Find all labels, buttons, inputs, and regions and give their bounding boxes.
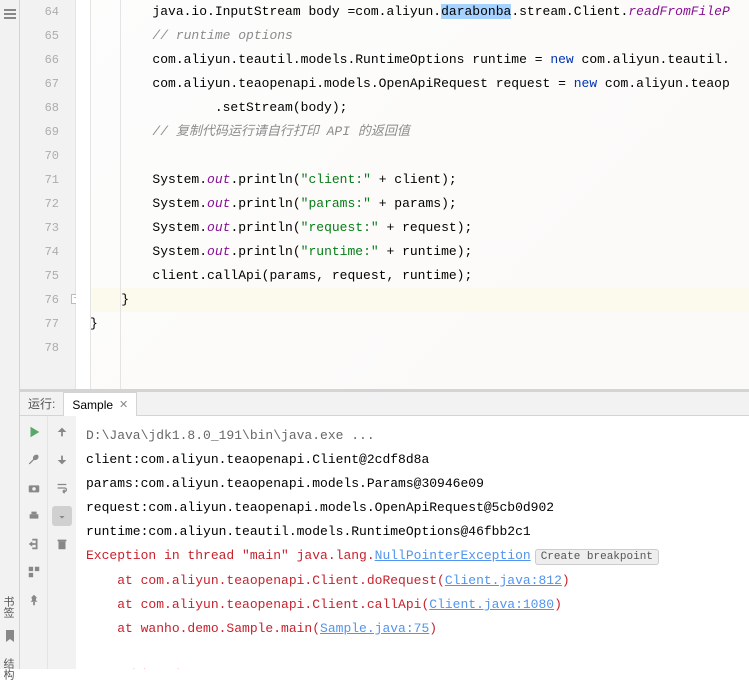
console-line: at com.aliyun.teaopenapi.Client.callApi(… bbox=[86, 593, 739, 617]
exception-link[interactable]: NullPointerException bbox=[375, 548, 531, 563]
code-line[interactable] bbox=[76, 144, 749, 168]
console-line: at wanho.demo.Sample.main(Sample.java:75… bbox=[86, 617, 739, 641]
print-icon[interactable] bbox=[24, 506, 44, 526]
code-line[interactable]: System.out.println("runtime:" + runtime)… bbox=[76, 240, 749, 264]
bookmark-tab[interactable]: 书签 bbox=[0, 596, 16, 618]
console-line bbox=[86, 641, 739, 665]
console-line: Exception in thread "main" java.lang.Nul… bbox=[86, 544, 739, 569]
down-arrow-icon[interactable] bbox=[52, 450, 72, 470]
structure-tab[interactable]: 结构 bbox=[0, 658, 16, 680]
line-number: 64 bbox=[20, 0, 75, 24]
code-line[interactable] bbox=[76, 336, 749, 360]
line-number: 70 bbox=[20, 144, 75, 168]
line-number: 65 bbox=[20, 24, 75, 48]
line-number: 77 bbox=[20, 312, 75, 336]
run-tab-title: Sample bbox=[72, 398, 113, 412]
console-line: D:\Java\jdk1.8.0_191\bin\java.exe ... bbox=[86, 424, 739, 448]
soft-wrap-icon[interactable] bbox=[52, 478, 72, 498]
exit-icon[interactable] bbox=[24, 534, 44, 554]
line-number: 66 bbox=[20, 48, 75, 72]
console-line: params:com.aliyun.teaopenapi.models.Para… bbox=[86, 472, 739, 496]
scroll-to-end-icon[interactable] bbox=[52, 506, 72, 526]
console-line: 进程已结束,退出代码1 bbox=[86, 665, 739, 669]
project-icon[interactable] bbox=[2, 6, 18, 22]
code-editor[interactable]: java.io.InputStream body =com.aliyun.dar… bbox=[76, 0, 749, 389]
editor-gutter: 64 65 66 67 68 69 70 71 72 73 74 75 76 7… bbox=[20, 0, 76, 389]
run-tool-column-right bbox=[48, 416, 76, 669]
stacktrace-link[interactable]: Client.java:812 bbox=[445, 573, 562, 588]
code-line[interactable]: .setStream(body); bbox=[76, 96, 749, 120]
pin-icon[interactable] bbox=[24, 590, 44, 610]
run-toolbar: 运行: Sample ✕ bbox=[20, 392, 749, 416]
line-number: 67 bbox=[20, 72, 75, 96]
trash-icon[interactable] bbox=[52, 534, 72, 554]
code-line[interactable]: System.out.println("client:" + client); bbox=[76, 168, 749, 192]
code-line[interactable]: java.io.InputStream body =com.aliyun.dar… bbox=[76, 0, 749, 24]
line-number: 74 bbox=[20, 240, 75, 264]
line-number: 68 bbox=[20, 96, 75, 120]
line-number: 73 bbox=[20, 216, 75, 240]
code-line[interactable]: com.aliyun.teaopenapi.models.OpenApiRequ… bbox=[76, 72, 749, 96]
camera-icon[interactable] bbox=[24, 478, 44, 498]
code-line[interactable]: System.out.println("params:" + params); bbox=[76, 192, 749, 216]
run-label: 运行: bbox=[20, 395, 63, 412]
line-number: 75 bbox=[20, 264, 75, 288]
stacktrace-link[interactable]: Client.java:1080 bbox=[429, 597, 554, 612]
code-line[interactable]: com.aliyun.teautil.models.RuntimeOptions… bbox=[76, 48, 749, 72]
left-tool-rail: 书签 结构 bbox=[0, 0, 20, 669]
run-tool-column-left bbox=[20, 416, 48, 669]
line-number: 78 bbox=[20, 336, 75, 360]
code-line[interactable]: // runtime options bbox=[76, 24, 749, 48]
rerun-button[interactable] bbox=[24, 422, 44, 442]
run-tab[interactable]: Sample ✕ bbox=[63, 392, 137, 416]
stacktrace-link[interactable]: Sample.java:75 bbox=[320, 621, 429, 636]
close-icon[interactable]: ✕ bbox=[119, 398, 128, 411]
line-number: 71 bbox=[20, 168, 75, 192]
code-line[interactable]: } bbox=[76, 288, 749, 312]
code-line[interactable]: client.callApi(params, request, runtime)… bbox=[76, 264, 749, 288]
console-line: client:com.aliyun.teaopenapi.Client@2cdf… bbox=[86, 448, 739, 472]
line-number: 72 bbox=[20, 192, 75, 216]
code-line[interactable]: // 复制代码运行请自行打印 API 的返回值 bbox=[76, 120, 749, 144]
console-output[interactable]: D:\Java\jdk1.8.0_191\bin\java.exe ... cl… bbox=[76, 416, 749, 669]
console-line: at com.aliyun.teaopenapi.Client.doReques… bbox=[86, 569, 739, 593]
code-line[interactable]: } bbox=[76, 312, 749, 336]
create-breakpoint-button[interactable]: Create breakpoint bbox=[535, 549, 659, 565]
wrench-icon[interactable] bbox=[24, 450, 44, 470]
code-line[interactable]: System.out.println("request:" + request)… bbox=[76, 216, 749, 240]
line-number: 76 bbox=[20, 288, 75, 312]
up-arrow-icon[interactable] bbox=[52, 422, 72, 442]
bookmark-icon[interactable] bbox=[2, 628, 18, 644]
layout-icon[interactable] bbox=[24, 562, 44, 582]
console-line: runtime:com.aliyun.teautil.models.Runtim… bbox=[86, 520, 739, 544]
console-line: request:com.aliyun.teaopenapi.models.Ope… bbox=[86, 496, 739, 520]
line-number: 69 bbox=[20, 120, 75, 144]
